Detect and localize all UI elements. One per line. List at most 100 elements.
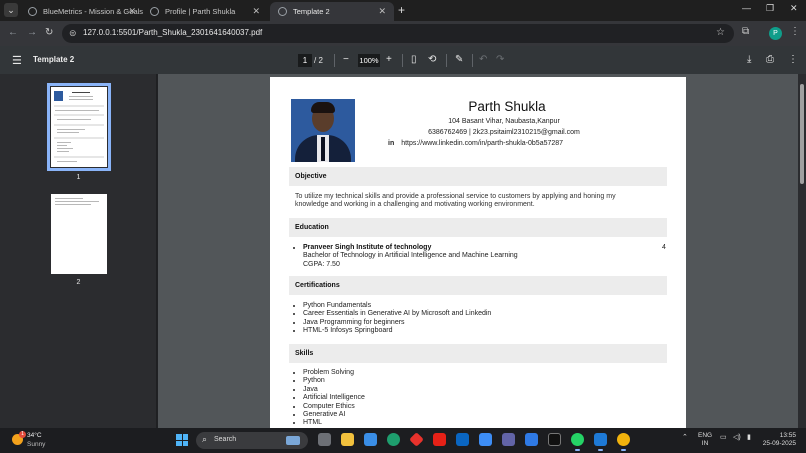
battery-icon[interactable]: ▮ [747,433,751,441]
url-text[interactable]: 127.0.0.1:5501/Parth_Shukla_230164164003… [83,28,262,37]
list-item: Artificial Intelligence [303,394,365,402]
vscode-icon[interactable] [594,433,607,451]
tab-strip: ⌄ BlueMetrics - Mission & Goals ✕ Profil… [0,0,806,21]
chrome-icon[interactable] [617,433,630,451]
scrollbar-thumb[interactable] [800,84,804,184]
vertical-scrollbar[interactable] [798,74,806,428]
thumbnail-sidebar: 1 2 [0,74,157,428]
new-tab-icon[interactable]: + [398,3,405,17]
document-title: Template 2 [33,55,75,64]
forward-icon[interactable]: → [27,27,37,38]
list-item: Java Programming for beginners [303,319,491,327]
menu-icon[interactable]: ☰ [12,54,22,67]
list-item: HTML-5 Infosys Springboard [303,327,491,335]
search-icon: ⌕ [202,434,208,444]
certifications-list: Python Fundamentals Career Essentials in… [303,302,491,336]
pdf-viewer[interactable]: Parth Shukla 104 Basant Vihar, Naubasta,… [158,74,798,428]
minimize-icon[interactable]: — [742,3,751,13]
tab-search-menu-icon[interactable]: ⌄ [4,3,18,17]
extensions-icon[interactable]: ⧉ [742,26,749,37]
linkedin-app-icon[interactable] [456,433,469,446]
rotate-icon[interactable]: ⟲ [428,54,436,65]
page-thumbnail-1[interactable] [47,83,111,171]
profile-avatar[interactable]: P [769,27,782,40]
edge-icon[interactable] [387,433,400,446]
education-cgpa: CGPA: 7.50 [303,260,340,268]
more-actions-icon[interactable]: ⋮ [788,54,798,65]
list-item: Career Essentials in Generative AI by Mi… [303,310,491,318]
education-list: Pranveer Singh Institute of technology B… [303,244,518,269]
resume-address: 104 Basant Vihar, Naubasta,Kanpur [448,118,560,125]
page-thumbnail-2[interactable] [51,194,107,274]
bookmark-star-icon[interactable]: ☆ [716,27,725,38]
section-heading-education: Education [289,218,667,237]
git-icon[interactable] [409,432,424,447]
annotate-icon[interactable]: ✎ [455,54,463,65]
teams-icon[interactable] [502,433,515,446]
file-explorer-icon[interactable] [341,433,354,446]
zoom-in-icon[interactable]: + [386,54,392,65]
calendar-app-icon[interactable] [525,433,538,446]
section-heading-objective: Objective [289,167,667,186]
list-item: Generative AI [303,411,365,419]
undo-icon[interactable]: ↶ [479,54,487,65]
site-info-icon[interactable]: ⊜ [69,28,77,39]
redo-icon[interactable]: ↷ [496,54,504,65]
close-icon[interactable]: ✕ [252,6,260,17]
zoom-input[interactable]: 100% [358,54,380,67]
list-item: Pranveer Singh Institute of technology B… [303,244,518,269]
region-code: IN [701,440,709,447]
language-indicator[interactable]: ENG IN [698,432,712,448]
linkedin-link[interactable]: https://www.linkedin.com/in/parth-shukla… [401,140,563,147]
system-clock[interactable]: 13:55 25-09-2025 [762,432,796,448]
tab-title: Profile | Parth Shukla [165,7,236,16]
list-item: Problem Solving [303,369,365,377]
close-window-icon[interactable]: ✕ [790,3,798,14]
close-icon[interactable]: ✕ [128,6,136,17]
pdf-page: Parth Shukla 104 Basant Vihar, Naubasta,… [270,77,686,428]
divider [402,54,403,67]
navigation-bar: ← → ↻ ⊜ 127.0.0.1:5501/Parth_Shukla_2301… [0,21,806,46]
linkedin-icon: in [388,140,395,147]
education-side-value: 4 [662,244,666,251]
whatsapp-icon[interactable] [571,433,584,451]
print-icon[interactable]: ⎙ [766,54,774,65]
reload-icon[interactable]: ↻ [45,27,53,38]
education-degree: Bachelor of Technology in Artificial Int… [303,252,518,260]
back-icon[interactable]: ← [8,27,18,38]
page-number-input[interactable]: 1 [298,54,312,67]
copilot-icon[interactable] [364,433,377,446]
search-highlight-icon [286,436,300,445]
windows-start-icon[interactable] [176,434,188,446]
volume-icon[interactable]: ◁) [733,433,741,441]
tab-template-2[interactable]: Template 2 ✕ [270,2,394,21]
taskbar-search[interactable]: ⌕ Search [196,432,308,449]
youtube-icon[interactable] [433,433,446,446]
restore-icon[interactable]: ❐ [766,3,774,14]
linkedin-row: in https://www.linkedin.com/in/parth-shu… [388,140,563,147]
todo-icon[interactable] [479,433,492,446]
list-item: Java [303,386,365,394]
task-view-icon[interactable] [318,433,331,446]
zoom-out-icon[interactable]: − [343,54,349,65]
browser-menu-icon[interactable]: ⋮ [790,26,800,37]
fit-page-icon[interactable]: ▯ [411,54,417,65]
page-count: / 2 [314,56,323,65]
close-icon[interactable]: ✕ [378,6,386,17]
ai-app-icon[interactable] [548,433,561,446]
address-bar[interactable]: ⊜ 127.0.0.1:5501/Parth_Shukla_2301641640… [62,24,734,43]
divider [446,54,447,67]
globe-icon [278,7,287,16]
objective-text: To utilize my technical skills and provi… [295,193,616,209]
network-icon[interactable]: ▭ [720,433,727,441]
section-heading-certifications: Certifications [289,276,667,295]
tray-overflow-icon[interactable]: ⌃ [682,433,688,441]
list-item: Python [303,377,365,385]
weather-temp[interactable]: 34°C [27,432,42,439]
weather-condition[interactable]: Sunny [27,441,45,448]
language-code: ENG [698,432,713,439]
tab-bluemetrics[interactable]: BlueMetrics - Mission & Goals ✕ [20,2,144,21]
tab-profile[interactable]: Profile | Parth Shukla ✕ [142,2,268,21]
education-institute: Pranveer Singh Institute of technology [303,244,432,251]
download-icon[interactable]: ⤓ [747,54,751,65]
